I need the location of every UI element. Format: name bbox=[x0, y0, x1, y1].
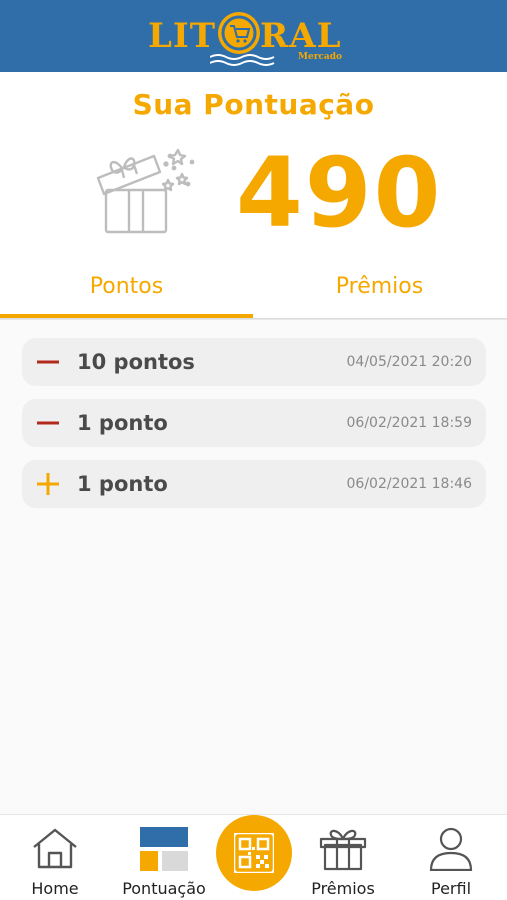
logo-text-left: LIT bbox=[148, 16, 217, 56]
score-title: Sua Pontuação bbox=[132, 88, 375, 121]
tab-pontos[interactable]: Pontos bbox=[0, 262, 253, 316]
score-value: 490 bbox=[236, 137, 443, 249]
nav-pontuacao[interactable]: Pontuação bbox=[114, 815, 214, 900]
bottom-navigation: Home Pontuação Prêmios Perfil bbox=[0, 814, 507, 900]
minus-icon bbox=[36, 411, 60, 435]
entry-points: 1 ponto bbox=[77, 411, 168, 435]
nav-pontuacao-label: Pontuação bbox=[122, 879, 206, 898]
cart-badge-icon bbox=[218, 12, 260, 54]
plus-icon bbox=[36, 472, 60, 496]
list-item[interactable]: 1 ponto 06/02/2021 18:46 bbox=[22, 460, 486, 508]
entry-date: 06/02/2021 18:46 bbox=[346, 476, 473, 492]
qr-scan-button[interactable] bbox=[216, 815, 292, 891]
home-icon bbox=[31, 827, 79, 873]
nav-perfil[interactable]: Perfil bbox=[406, 815, 496, 900]
list-item[interactable]: 1 ponto 06/02/2021 18:59 bbox=[22, 399, 486, 447]
list-item[interactable]: 10 pontos 04/05/2021 20:20 bbox=[22, 338, 486, 386]
gift-icon bbox=[319, 827, 367, 875]
points-history-list: 10 pontos 04/05/2021 20:20 1 ponto 06/02… bbox=[0, 320, 507, 814]
logo-text-right: RAL bbox=[260, 16, 342, 56]
app-header: LIT RAL Mercado bbox=[0, 0, 507, 72]
nav-premios-label: Prêmios bbox=[311, 879, 375, 898]
nav-premios[interactable]: Prêmios bbox=[298, 815, 388, 900]
waves-icon bbox=[210, 54, 275, 66]
scoreboard-icon bbox=[140, 827, 188, 875]
nav-perfil-label: Perfil bbox=[430, 879, 472, 898]
user-icon bbox=[428, 827, 474, 875]
brand-logo: LIT RAL Mercado bbox=[148, 10, 360, 68]
entry-date: 04/05/2021 20:20 bbox=[346, 354, 473, 370]
minus-icon bbox=[36, 350, 60, 374]
logo-subtitle: Mercado bbox=[298, 52, 343, 62]
tab-bar: Pontos Prêmios bbox=[0, 262, 507, 322]
entry-points: 10 pontos bbox=[77, 350, 195, 374]
gift-open-icon bbox=[94, 140, 202, 240]
nav-home[interactable]: Home bbox=[10, 815, 100, 900]
entry-points: 1 ponto bbox=[77, 472, 168, 496]
entry-date: 06/02/2021 18:59 bbox=[346, 415, 473, 431]
qr-code-icon bbox=[232, 831, 276, 877]
nav-home-label: Home bbox=[31, 879, 79, 898]
tab-premios[interactable]: Prêmios bbox=[253, 262, 506, 316]
